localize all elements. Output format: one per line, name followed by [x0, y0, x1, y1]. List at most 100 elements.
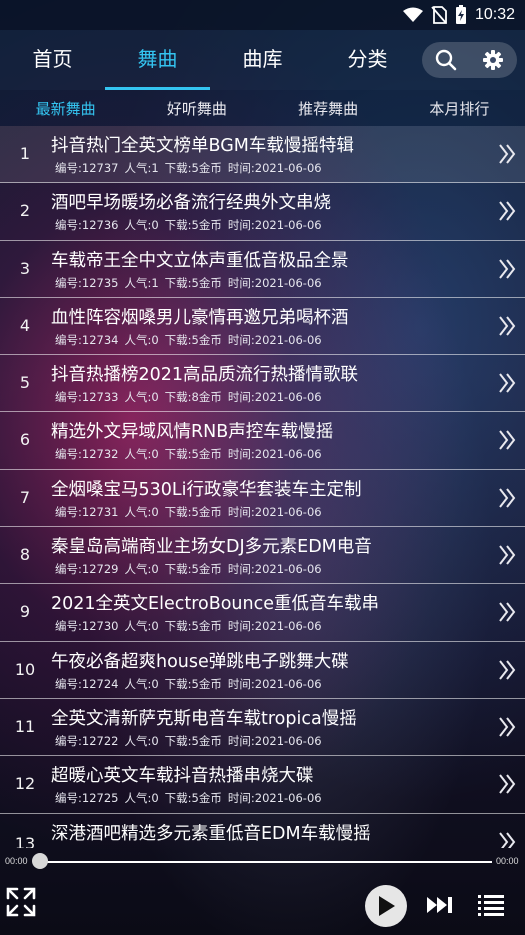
- song-title: 车载帝王全中文立体声重低音极品全景: [51, 250, 349, 271]
- song-number: 12: [14, 774, 36, 794]
- song-date: 时间:2021-06-06: [227, 332, 322, 347]
- list-item[interactable]: 3 车载帝王全中文立体声重低音极品全景 编号:12735 人气:1 下载:5金币 时间…: [0, 241, 525, 298]
- song-number: 7: [19, 487, 31, 507]
- song-download-cost: 下载:5金币: [164, 676, 222, 691]
- play-button[interactable]: [365, 885, 407, 927]
- song-download-cost: 下载:5金币: [164, 332, 222, 347]
- song-popularity: 人气:0: [124, 562, 159, 577]
- gear-icon[interactable]: [482, 49, 504, 71]
- song-number: 11: [14, 716, 36, 736]
- double-chevron-right-icon[interactable]: [497, 368, 517, 398]
- toolbar-pill: [422, 42, 517, 78]
- list-item[interactable]: 10 午夜必备超爽house弹跳电子跳舞大碟 编号:12724 人气:0 下载:5金…: [0, 642, 525, 699]
- song-date: 时间:2021-06-06: [227, 504, 322, 519]
- progress-track[interactable]: [40, 861, 492, 863]
- double-chevron-right-icon[interactable]: [497, 139, 517, 169]
- song-number: 4: [19, 315, 31, 335]
- song-meta: 编号:12725 人气:0 下载:5金币 时间:2021-06-06: [55, 790, 328, 806]
- battery-charging-icon: [455, 5, 466, 24]
- song-download-cost: 下载:8金币: [164, 390, 222, 405]
- song-popularity: 人气:0: [124, 791, 159, 806]
- double-chevron-right-icon[interactable]: [497, 712, 517, 742]
- song-id: 编号:12724: [55, 676, 119, 691]
- subtab-latest[interactable]: 最新舞曲: [0, 98, 131, 119]
- song-meta: 编号:12737 人气:1 下载:5金币 时间:2021-06-06: [55, 160, 328, 176]
- song-popularity: 人气:0: [124, 504, 159, 519]
- song-number: 5: [19, 373, 31, 393]
- song-id: 编号:12733: [55, 390, 119, 405]
- progress-knob[interactable]: [32, 853, 48, 869]
- list-item[interactable]: 2 酒吧早场暖场必备流行经典外文串烧 编号:12736 人气:0 下载:5金币 时间:…: [0, 183, 525, 241]
- subtab-recommended[interactable]: 推荐舞曲: [263, 98, 394, 119]
- song-date: 时间:2021-06-06: [227, 447, 322, 462]
- song-date: 时间:2021-06-06: [227, 390, 322, 405]
- list-item[interactable]: 9 2021全英文ElectroBounce重低音车载串 编号:12730 人气:…: [0, 584, 525, 642]
- song-popularity: 人气:0: [124, 447, 159, 462]
- play-icon: [379, 896, 395, 916]
- double-chevron-right-icon[interactable]: [497, 196, 517, 226]
- song-meta: 编号:12733 人气:0 下载:8金币 时间:2021-06-06: [55, 389, 328, 405]
- list-item[interactable]: 13 深港酒吧精选多元素重低音EDM车载慢摇: [0, 814, 525, 848]
- song-number: 8: [19, 545, 31, 565]
- double-chevron-right-icon[interactable]: [497, 483, 517, 513]
- top-navigation: 首页 舞曲 曲库 分类: [0, 30, 525, 90]
- song-meta: 编号:12729 人气:0 下载:5金币 时间:2021-06-06: [55, 561, 328, 577]
- song-download-cost: 下载:5金币: [164, 562, 222, 577]
- double-chevron-right-icon[interactable]: [497, 597, 517, 627]
- song-id: 编号:12725: [55, 791, 119, 806]
- song-title: 全烟嗓宝马530Li行政豪华套装车主定制: [51, 479, 362, 500]
- song-number: 2: [19, 201, 31, 221]
- song-id: 编号:12734: [55, 332, 119, 347]
- list-item[interactable]: 5 抖音热播榜2021高品质流行热播情歌联 编号:12733 人气:0 下载:8金币…: [0, 355, 525, 413]
- song-title: 抖音热门全英文榜单BGM车载慢摇特辑: [51, 136, 354, 156]
- song-number: 6: [19, 430, 31, 450]
- tab-library[interactable]: 曲库: [210, 30, 315, 90]
- subtab-monthly-ranking[interactable]: 本月排行: [394, 98, 525, 119]
- song-meta: 编号:12732 人气:0 下载:5金币 时间:2021-06-06: [55, 446, 328, 462]
- song-number: 10: [14, 659, 36, 679]
- song-title: 血性阵容烟嗓男儿豪情再邀兄弟喝杯酒: [51, 307, 349, 328]
- song-meta: 编号:12724 人气:0 下载:5金币 时间:2021-06-06: [55, 676, 328, 692]
- double-chevron-right-icon[interactable]: [497, 769, 517, 799]
- song-title: 抖音热播榜2021高品质流行热播情歌联: [51, 365, 359, 386]
- tab-home[interactable]: 首页: [0, 30, 105, 90]
- subtab-popular[interactable]: 好听舞曲: [131, 98, 262, 119]
- tab-categories[interactable]: 分类: [315, 30, 420, 90]
- song-title: 精选外文异域风情RNB声控车载慢摇: [51, 422, 334, 443]
- song-list[interactable]: 1 抖音热门全英文榜单BGM车载慢摇特辑 编号:12737 人气:1 下载:5金币时…: [0, 126, 525, 848]
- song-meta: 编号:12735 人气:1 下载:5金币 时间:2021-06-06: [55, 275, 328, 291]
- double-chevron-right-icon[interactable]: [497, 827, 517, 848]
- song-popularity: 人气:0: [124, 332, 159, 347]
- list-item[interactable]: 8 秦皇岛高端商业主场女DJ多元素EDM电音 编号:12729 人气:0 下载:5金…: [0, 527, 525, 585]
- expand-icon[interactable]: [5, 886, 37, 918]
- song-number: 13: [14, 833, 36, 848]
- list-item[interactable]: 11 全英文清新萨克斯电音车载tropica慢摇 编号:12722 人气:0 下载:…: [0, 699, 525, 757]
- double-chevron-right-icon[interactable]: [497, 655, 517, 685]
- status-bar: 10:32: [0, 0, 525, 30]
- song-popularity: 人气:1: [124, 161, 159, 175]
- list-item[interactable]: 4 血性阵容烟嗓男儿豪情再邀兄弟喝杯酒 编号:12734 人气:0 下载:5金币 时间…: [0, 298, 525, 356]
- list-item[interactable]: 6 精选外文异域风情RNB声控车载慢摇 编号:12732 人气:0 下载:5金币 时间…: [0, 412, 525, 470]
- song-id: 编号:12730: [55, 619, 119, 634]
- song-download-cost: 下载:5金币: [164, 504, 222, 519]
- song-date: 时间:2021-06-06: [227, 676, 322, 691]
- list-item[interactable]: 12 超暖心英文车载抖音热播串烧大碟 编号:12725 人气:0 下载:5金币 时间:…: [0, 756, 525, 814]
- double-chevron-right-icon[interactable]: [497, 425, 517, 455]
- song-popularity: 人气:0: [124, 676, 159, 691]
- double-chevron-right-icon[interactable]: [497, 311, 517, 341]
- song-number: 3: [19, 258, 31, 278]
- double-chevron-right-icon[interactable]: [497, 540, 517, 570]
- song-id: 编号:12729: [55, 562, 119, 577]
- song-download-cost: 下载:5金币: [164, 275, 222, 290]
- song-popularity: 人气:0: [124, 733, 159, 748]
- song-id: 编号:12737: [55, 161, 119, 175]
- current-time: 00:00: [5, 856, 28, 866]
- tab-dance[interactable]: 舞曲: [105, 30, 210, 90]
- list-item[interactable]: 7 全烟嗓宝马530Li行政豪华套装车主定制 编号:12731 人气:0 下载:5金…: [0, 470, 525, 528]
- list-item[interactable]: 1 抖音热门全英文榜单BGM车载慢摇特辑 编号:12737 人气:1 下载:5金币时…: [0, 126, 525, 184]
- wifi-icon: [402, 7, 423, 22]
- double-chevron-right-icon[interactable]: [497, 254, 517, 284]
- next-icon[interactable]: [426, 895, 454, 915]
- search-icon[interactable]: [435, 49, 457, 71]
- playlist-icon[interactable]: [478, 894, 504, 916]
